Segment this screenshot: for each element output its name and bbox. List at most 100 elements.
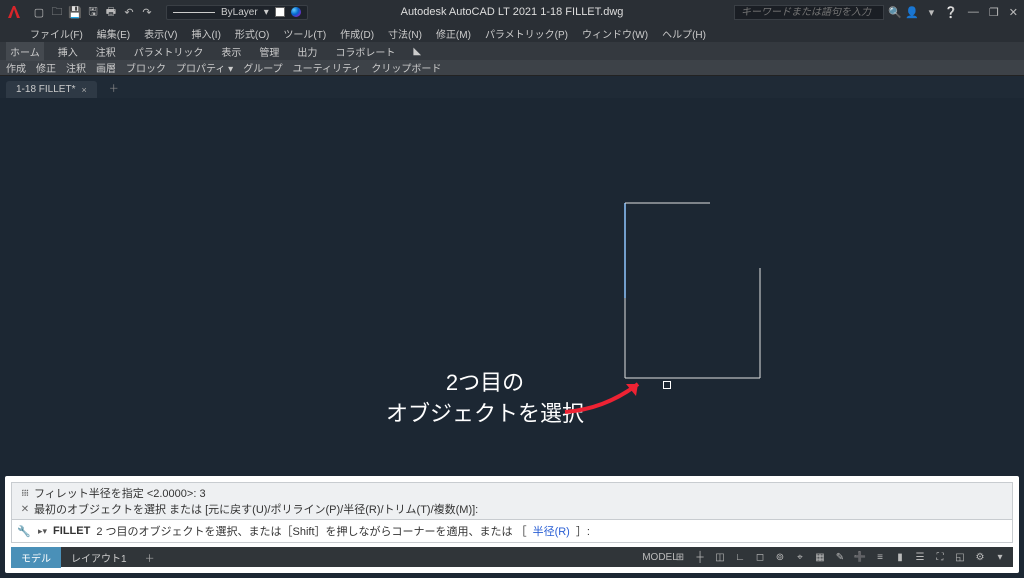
tab-model[interactable]: モデル: [11, 547, 61, 568]
tab-home[interactable]: ホーム: [6, 42, 44, 61]
snap-icon[interactable]: ┼: [693, 552, 707, 563]
new-icon[interactable]: ▢: [32, 5, 46, 19]
dropdown-icon: ▾: [264, 7, 269, 18]
layer-name: ByLayer: [221, 7, 258, 18]
panel-util[interactable]: ユーティリティ: [293, 60, 362, 75]
user-dropdown-icon[interactable]: ▾: [929, 6, 935, 19]
panel-group[interactable]: グループ: [243, 60, 282, 75]
share-icon[interactable]: [291, 7, 301, 17]
minimize-icon[interactable]: —: [968, 6, 979, 18]
document-tabs: 1-18 FILLET* × ＋: [0, 76, 1024, 98]
annoscale-icon[interactable]: ➕: [853, 552, 867, 563]
status-bar-right: MODEL ⊞ ┼ ◫ ∟ ◻ ⊚ ⌖ ▦ ✎ ➕ ≡ ▮ ☰ ⛶ ◱ ⚙ ▾: [653, 552, 1007, 563]
layer-selector[interactable]: ByLayer ▾: [166, 5, 308, 20]
help-icon[interactable]: ❔: [944, 6, 958, 19]
menu-view[interactable]: 表示(V): [144, 26, 177, 41]
workspace-icon[interactable]: ≡: [873, 552, 887, 563]
menu-insert[interactable]: 挿入(I): [191, 26, 220, 41]
settings-icon[interactable]: ⚙: [973, 552, 987, 563]
tab-expand-icon[interactable]: ◣: [409, 44, 425, 59]
command-input-line[interactable]: 🔧 ▸▾ FILLET 2 つ目のオブジェクトを選択、または［Shift］を押し…: [11, 520, 1013, 543]
monitor-icon[interactable]: ▮: [893, 552, 907, 563]
tab-insert[interactable]: 挿入: [54, 42, 82, 61]
tab-layout1[interactable]: レイアウト1: [61, 547, 137, 568]
polar-icon[interactable]: ∟: [733, 552, 747, 563]
close-icon[interactable]: ✕: [1009, 6, 1018, 19]
osnap-icon[interactable]: ◻: [753, 552, 767, 563]
ribbon-tabs: ホーム 挿入 注釈 パラメトリック 表示 管理 出力 コラボレート ◣: [0, 42, 1024, 60]
menu-file[interactable]: ファイル(F): [30, 26, 83, 41]
command-prompt-tail: ］:: [576, 523, 590, 539]
menu-param[interactable]: パラメトリック(P): [485, 26, 568, 41]
panel-annotate[interactable]: 注釈: [66, 60, 86, 75]
command-window: ᎒᎒᎒ フィレット半径を指定 <2.0000>: 3 ✕ 最初のオブジェクトを選…: [5, 476, 1019, 573]
history-line-1: フィレット半径を指定 <2.0000>: 3: [34, 485, 206, 501]
tab-annotate[interactable]: 注釈: [92, 42, 120, 61]
maximize-icon[interactable]: ❐: [989, 6, 999, 19]
menu-format[interactable]: 形式(O): [235, 26, 269, 41]
save-icon[interactable]: 💾: [68, 5, 82, 19]
cleanscreen-icon[interactable]: ⛶: [933, 552, 947, 563]
window-controls: 👤 ▾ ❔ — ❐ ✕: [905, 6, 1018, 19]
cycling-icon[interactable]: ✎: [833, 552, 847, 563]
open-icon[interactable]: 🗀: [50, 5, 64, 19]
panel-props[interactable]: プロパティ ▾: [176, 60, 233, 75]
title-bar: ▢ 🗀 💾 🖫 🖶 ↶ ↷ ByLayer ▾ Autodesk AutoCAD…: [0, 0, 1024, 24]
redo-icon[interactable]: ↷: [140, 5, 154, 19]
menu-tools[interactable]: ツール(T): [283, 26, 326, 41]
tab-output[interactable]: 出力: [293, 42, 321, 61]
panel-layers[interactable]: 画層: [96, 60, 116, 75]
app-logo-icon[interactable]: [4, 2, 24, 22]
panel-clip[interactable]: クリップボード: [371, 60, 441, 75]
tab-view[interactable]: 表示: [217, 42, 245, 61]
ortho-icon[interactable]: ◫: [713, 552, 727, 563]
history-line-2: 最初のオブジェクトを選択 または [元に戻す(U)/ポリライン(P)/半径(R)…: [34, 501, 478, 517]
menu-icon[interactable]: ☰: [913, 552, 927, 563]
undo-icon[interactable]: ↶: [122, 5, 136, 19]
menu-bar: ファイル(F) 編集(E) 表示(V) 挿入(I) 形式(O) ツール(T) 作…: [0, 24, 1024, 42]
transparency-icon[interactable]: ▦: [813, 552, 827, 563]
window-title: Autodesk AutoCAD LT 2021 1-18 FILLET.dwg: [401, 6, 624, 18]
status-model[interactable]: MODEL: [653, 552, 667, 563]
new-tab-button[interactable]: ＋: [99, 77, 129, 98]
ribbon-panels: 作成 修正 注釈 画層 ブロック プロパティ ▾ グループ ユーティリティ クリ…: [0, 60, 1024, 76]
custom-icon[interactable]: ▾: [993, 552, 1007, 563]
command-history: ᎒᎒᎒ フィレット半径を指定 <2.0000>: 3 ✕ 最初のオブジェクトを選…: [11, 482, 1013, 520]
grip-icon[interactable]: ᎒᎒᎒: [16, 487, 34, 500]
command-keyword[interactable]: 半径(R): [533, 523, 570, 539]
lineweight-icon[interactable]: ⌖: [793, 552, 807, 563]
customize-icon[interactable]: 🔧: [16, 525, 32, 538]
color-swatch-icon[interactable]: [275, 7, 285, 17]
saveas-icon[interactable]: 🖫: [86, 5, 100, 19]
isolate-icon[interactable]: ◱: [953, 552, 967, 563]
close-history-icon[interactable]: ✕: [16, 504, 34, 515]
add-layout-icon[interactable]: ＋: [137, 547, 163, 568]
document-tab[interactable]: 1-18 FILLET* ×: [6, 81, 97, 98]
tab-parametric[interactable]: パラメトリック: [130, 42, 208, 61]
menu-modify[interactable]: 修正(M): [436, 26, 471, 41]
menu-window[interactable]: ウィンドウ(W): [582, 26, 648, 41]
search-box[interactable]: [734, 5, 884, 20]
search-input[interactable]: [741, 7, 877, 18]
annotation-arrow-icon: [560, 374, 660, 424]
search-icon[interactable]: 🔍: [888, 6, 902, 19]
tab-collab[interactable]: コラボレート: [331, 42, 399, 61]
panel-modify[interactable]: 修正: [36, 60, 56, 75]
otrack-icon[interactable]: ⊚: [773, 552, 787, 563]
prompt-caret-icon: ▸▾: [38, 526, 47, 537]
close-tab-icon[interactable]: ×: [81, 85, 86, 95]
document-tab-label: 1-18 FILLET*: [16, 84, 75, 95]
tab-manage[interactable]: 管理: [255, 42, 283, 61]
layout-tabs: モデル レイアウト1 ＋ MODEL ⊞ ┼ ◫ ∟ ◻ ⊚ ⌖ ▦ ✎ ➕ ≡…: [11, 547, 1013, 567]
quick-access-toolbar: ▢ 🗀 💾 🖫 🖶 ↶ ↷: [32, 5, 154, 19]
user-icon[interactable]: 👤: [905, 6, 919, 19]
plot-icon[interactable]: 🖶: [104, 5, 118, 19]
grid-icon[interactable]: ⊞: [673, 552, 687, 563]
menu-dim[interactable]: 寸法(N): [388, 26, 422, 41]
menu-help[interactable]: ヘルプ(H): [662, 26, 706, 41]
pickbox-cursor-icon: [663, 381, 671, 389]
panel-block[interactable]: ブロック: [126, 60, 166, 75]
menu-edit[interactable]: 編集(E): [97, 26, 130, 41]
menu-draw[interactable]: 作成(D): [340, 26, 374, 41]
panel-draw[interactable]: 作成: [6, 60, 26, 75]
